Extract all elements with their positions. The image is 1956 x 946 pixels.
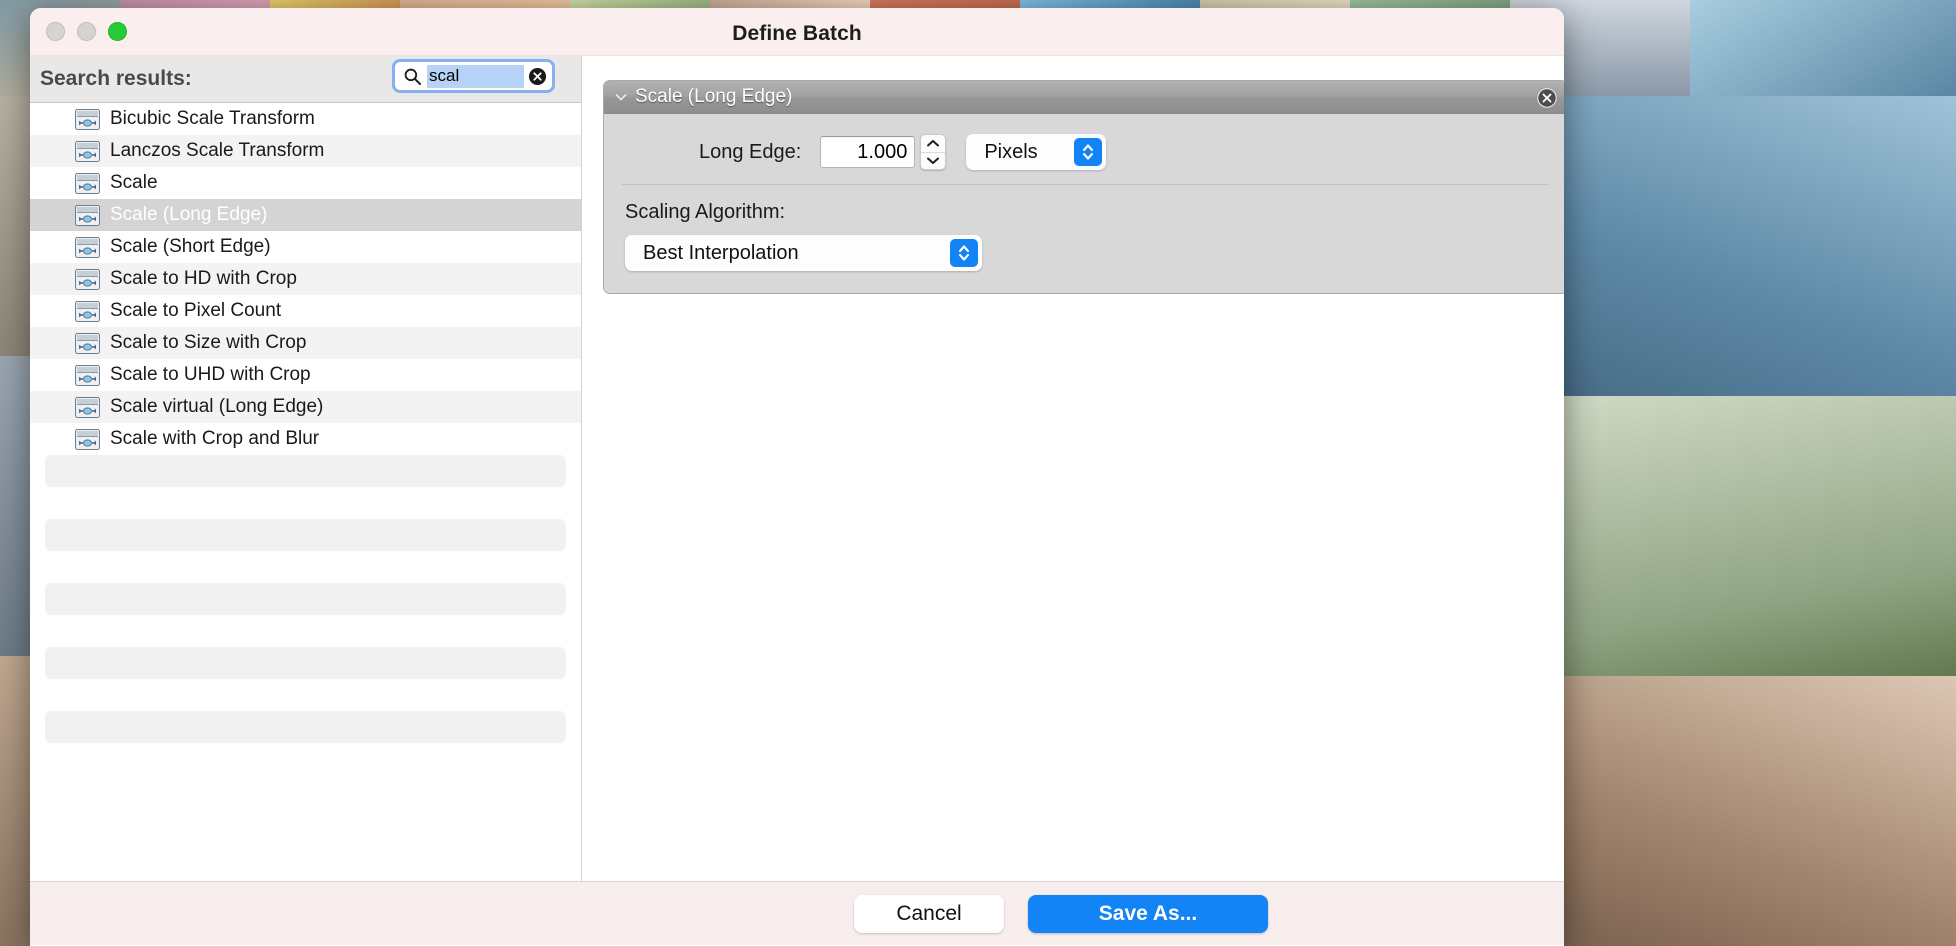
cancel-button[interactable]: Cancel bbox=[854, 895, 1004, 933]
search-results-pane: Search results: scal Bicubic Scale Trans… bbox=[30, 56, 582, 881]
search-results-label: Search results: bbox=[40, 67, 192, 90]
slider-adjust-icon bbox=[75, 108, 100, 130]
inspector-pane: Scale (Long Edge) Long Edge: 1.000 Pixel… bbox=[583, 56, 1564, 881]
list-item-selected[interactable]: Scale (Long Edge) bbox=[30, 199, 581, 231]
save-as-button[interactable]: Save As... bbox=[1028, 895, 1268, 933]
unit-popup-button[interactable]: Pixels bbox=[966, 134, 1107, 170]
desktop-photo bbox=[1564, 676, 1956, 946]
search-results-list[interactable]: Bicubic Scale Transform Lanczos Scale Tra… bbox=[30, 103, 581, 743]
page-title: Define Batch bbox=[732, 22, 862, 45]
list-item[interactable]: Scale virtual (Long Edge) bbox=[30, 391, 581, 423]
chevron-down-icon bbox=[927, 157, 940, 165]
clear-circle-icon[interactable] bbox=[528, 67, 547, 86]
list-item-empty[interactable] bbox=[45, 615, 566, 647]
list-item[interactable]: Scale to Size with Crop bbox=[30, 327, 581, 359]
action-inspector-panel: Scale (Long Edge) Long Edge: 1.000 Pixel… bbox=[603, 80, 1564, 294]
search-toolbar: Search results: scal bbox=[30, 56, 581, 103]
list-item[interactable]: Scale with Crop and Blur bbox=[30, 423, 581, 455]
desktop-photo bbox=[0, 656, 30, 946]
scaling-algorithm-label: Scaling Algorithm: bbox=[625, 201, 786, 223]
search-field[interactable]: scal bbox=[392, 59, 555, 93]
slider-adjust-icon bbox=[75, 396, 100, 418]
stepper-up-button[interactable] bbox=[921, 135, 945, 152]
search-input-value[interactable]: scal bbox=[427, 64, 524, 88]
inspector-body: Long Edge: 1.000 Pixels Scaling Algorith… bbox=[604, 114, 1564, 293]
window-titlebar: Define Batch bbox=[30, 8, 1564, 56]
popup-up-down-icon bbox=[1074, 138, 1103, 166]
long-edge-row: Long Edge: 1.000 Pixels bbox=[604, 132, 1564, 172]
inspector-header[interactable]: Scale (Long Edge) bbox=[604, 81, 1564, 114]
list-item-label: Scale bbox=[110, 172, 158, 193]
window-body: Search results: scal Bicubic Scale Trans… bbox=[30, 56, 1564, 881]
list-item-label: Scale virtual (Long Edge) bbox=[110, 396, 324, 417]
long-edge-input[interactable]: 1.000 bbox=[820, 136, 916, 168]
list-item[interactable]: Scale to UHD with Crop bbox=[30, 359, 581, 391]
list-item-empty[interactable] bbox=[45, 583, 566, 615]
scaling-algorithm-popup-button[interactable]: Best Interpolation bbox=[625, 235, 982, 271]
slider-adjust-icon bbox=[75, 236, 100, 258]
slider-adjust-icon bbox=[75, 364, 100, 386]
list-item[interactable]: Bicubic Scale Transform bbox=[30, 103, 581, 135]
list-item[interactable]: Scale to Pixel Count bbox=[30, 295, 581, 327]
long-edge-stepper[interactable] bbox=[920, 134, 947, 170]
slider-adjust-icon bbox=[75, 204, 100, 226]
footer-button-group: Cancel Save As... bbox=[854, 895, 1268, 933]
list-item-empty[interactable] bbox=[45, 551, 566, 583]
close-circle-icon[interactable] bbox=[1537, 88, 1557, 108]
list-item-label: Scale with Crop and Blur bbox=[110, 428, 320, 449]
list-item-empty[interactable] bbox=[45, 679, 566, 711]
desktop-photo bbox=[1690, 0, 1956, 96]
list-item-label: Scale (Long Edge) bbox=[110, 204, 268, 225]
slider-adjust-icon bbox=[75, 300, 100, 322]
desktop-photo bbox=[1564, 96, 1956, 396]
inspector-title: Scale (Long Edge) bbox=[635, 86, 793, 107]
list-item-label: Scale to Pixel Count bbox=[110, 300, 282, 321]
desktop-photo bbox=[0, 356, 30, 656]
chevron-down-icon[interactable] bbox=[613, 89, 629, 105]
popup-up-down-icon bbox=[950, 239, 978, 267]
list-item-empty[interactable] bbox=[45, 711, 566, 743]
list-item-label: Scale to HD with Crop bbox=[110, 268, 297, 289]
list-item-label: Scale to UHD with Crop bbox=[110, 364, 311, 385]
list-item-empty[interactable] bbox=[45, 519, 566, 551]
slider-adjust-icon bbox=[75, 172, 100, 194]
stepper-down-button[interactable] bbox=[921, 152, 945, 169]
unit-popup-value: Pixels bbox=[984, 140, 1038, 163]
long-edge-label: Long Edge: bbox=[699, 140, 802, 163]
list-item-empty[interactable] bbox=[45, 647, 566, 679]
desktop-photo bbox=[0, 96, 30, 356]
list-item[interactable]: Lanczos Scale Transform bbox=[30, 135, 581, 167]
slider-adjust-icon bbox=[75, 268, 100, 290]
desktop-photo bbox=[1564, 396, 1956, 676]
slider-adjust-icon bbox=[75, 428, 100, 450]
slider-adjust-icon bbox=[75, 332, 100, 354]
list-item-label: Lanczos Scale Transform bbox=[110, 140, 325, 161]
list-item[interactable]: Scale bbox=[30, 167, 581, 199]
list-item[interactable]: Scale to HD with Crop bbox=[30, 263, 581, 295]
define-batch-window: Define Batch Search results: scal Bicubi… bbox=[30, 8, 1564, 946]
list-item-empty[interactable] bbox=[45, 455, 566, 487]
list-item-label: Scale to Size with Crop bbox=[110, 332, 307, 353]
chevron-up-icon bbox=[927, 139, 940, 147]
list-item-empty[interactable] bbox=[45, 487, 566, 519]
search-icon bbox=[404, 68, 422, 85]
list-item-label: Bicubic Scale Transform bbox=[110, 108, 315, 129]
slider-adjust-icon bbox=[75, 140, 100, 162]
dialog-footer: Cancel Save As... bbox=[30, 881, 1564, 945]
list-item[interactable]: Scale (Short Edge) bbox=[30, 231, 581, 263]
scaling-algorithm-value: Best Interpolation bbox=[643, 241, 799, 264]
list-item-label: Scale (Short Edge) bbox=[110, 236, 271, 257]
